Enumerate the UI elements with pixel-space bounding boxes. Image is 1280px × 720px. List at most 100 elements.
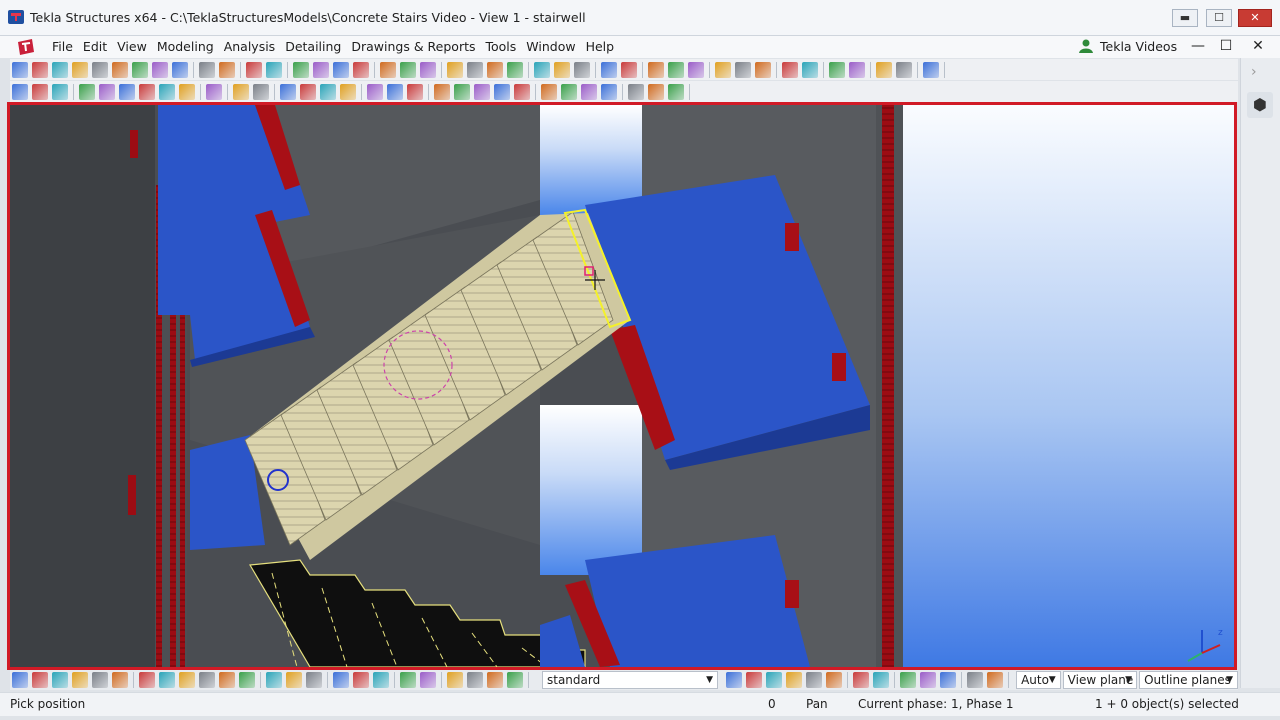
snap-tool-icon[interactable] (786, 672, 803, 688)
mdi-close-button[interactable]: ✕ (1246, 36, 1270, 56)
selection-tool-icon[interactable] (400, 672, 416, 688)
menu-view[interactable]: View (112, 38, 152, 56)
standard-tool-icon[interactable] (601, 61, 617, 78)
snap-tool-icon[interactable] (920, 672, 937, 688)
standard-tool-icon[interactable] (896, 61, 912, 78)
modeling-tool-icon[interactable] (320, 83, 336, 100)
cube-icon[interactable]: ⬢ (1247, 92, 1273, 118)
selection-tool-icon[interactable] (487, 672, 503, 688)
chevron-right-icon[interactable]: › (1251, 64, 1257, 80)
modeling-tool-icon[interactable] (179, 83, 195, 100)
selection-tool-icon[interactable] (199, 672, 215, 688)
account-menu[interactable]: Tekla Videos (1078, 38, 1177, 54)
menu-detailing[interactable]: Detailing (280, 38, 346, 56)
selection-tool-icon[interactable] (159, 672, 175, 688)
standard-tool-icon[interactable] (782, 61, 798, 78)
snap-depth-dropdown[interactable]: Auto ▼ (1016, 671, 1061, 689)
modeling-tool-icon[interactable] (648, 83, 664, 100)
modeling-tool-icon[interactable] (494, 83, 510, 100)
standard-tool-icon[interactable] (447, 61, 463, 78)
modeling-tool-icon[interactable] (434, 83, 450, 100)
modeling-tool-icon[interactable] (52, 83, 68, 100)
modeling-tool-icon[interactable] (233, 83, 249, 100)
standard-tool-icon[interactable] (829, 61, 845, 78)
standard-tool-icon[interactable] (380, 61, 396, 78)
standard-tool-icon[interactable] (132, 61, 148, 78)
standard-tool-icon[interactable] (688, 61, 704, 78)
selection-tool-icon[interactable] (32, 672, 48, 688)
modeling-tool-icon[interactable] (12, 83, 28, 100)
close-button[interactable]: ✕ (1238, 9, 1272, 27)
selection-tool-icon[interactable] (353, 672, 369, 688)
minimize-button[interactable]: ▬ (1172, 9, 1198, 27)
snap-tool-icon[interactable] (766, 672, 783, 688)
model-canvas[interactable]: z (10, 105, 1234, 667)
modeling-tool-icon[interactable] (253, 83, 269, 100)
selection-tool-icon[interactable] (333, 672, 349, 688)
selection-tool-icon[interactable] (139, 672, 155, 688)
modeling-tool-icon[interactable] (159, 83, 175, 100)
modeling-tool-icon[interactable] (32, 83, 48, 100)
standard-tool-icon[interactable] (923, 61, 939, 78)
modeling-tool-icon[interactable] (119, 83, 135, 100)
snap-tool-icon[interactable] (726, 672, 743, 688)
standard-tool-icon[interactable] (293, 61, 309, 78)
standard-tool-icon[interactable] (735, 61, 751, 78)
standard-tool-icon[interactable] (420, 61, 436, 78)
menu-modeling[interactable]: Modeling (152, 38, 219, 56)
selection-tool-icon[interactable] (179, 672, 195, 688)
menu-window[interactable]: Window (521, 38, 580, 56)
standard-tool-icon[interactable] (574, 61, 590, 78)
menu-help[interactable]: Help (581, 38, 620, 56)
selection-tool-icon[interactable] (112, 672, 128, 688)
standard-tool-icon[interactable] (507, 61, 523, 78)
selection-tool-icon[interactable] (52, 672, 68, 688)
standard-tool-icon[interactable] (353, 61, 369, 78)
selection-tool-icon[interactable] (507, 672, 523, 688)
standard-tool-icon[interactable] (219, 61, 235, 78)
snap-tool-icon[interactable] (746, 672, 763, 688)
standard-tool-icon[interactable] (266, 61, 282, 78)
snap-tool-icon[interactable] (806, 672, 823, 688)
selection-tool-icon[interactable] (447, 672, 463, 688)
snap-tool-icon[interactable] (826, 672, 843, 688)
snap-tool-icon[interactable] (967, 672, 984, 688)
selection-tool-icon[interactable] (72, 672, 88, 688)
standard-tool-icon[interactable] (876, 61, 892, 78)
modeling-tool-icon[interactable] (668, 83, 684, 100)
standard-tool-icon[interactable] (849, 61, 865, 78)
menu-drawings-reports[interactable]: Drawings & Reports (346, 38, 480, 56)
selection-tool-icon[interactable] (266, 672, 282, 688)
menu-tools[interactable]: Tools (481, 38, 522, 56)
modeling-tool-icon[interactable] (541, 83, 557, 100)
standard-tool-icon[interactable] (621, 61, 637, 78)
modeling-tool-icon[interactable] (601, 83, 617, 100)
standard-tool-icon[interactable] (112, 61, 128, 78)
mdi-minimize-button[interactable]: — (1186, 36, 1210, 56)
modeling-tool-icon[interactable] (79, 83, 95, 100)
menu-edit[interactable]: Edit (78, 38, 112, 56)
modeling-tool-icon[interactable] (139, 83, 155, 100)
selection-tool-icon[interactable] (420, 672, 436, 688)
snap-tool-icon[interactable] (940, 672, 957, 688)
standard-tool-icon[interactable] (52, 61, 68, 78)
modeling-tool-icon[interactable] (206, 83, 222, 100)
modeling-tool-icon[interactable] (407, 83, 423, 100)
standard-tool-icon[interactable] (313, 61, 329, 78)
selection-tool-icon[interactable] (373, 672, 389, 688)
snap-tool-icon[interactable] (987, 672, 1004, 688)
maximize-button[interactable]: ☐ (1206, 9, 1232, 27)
standard-tool-icon[interactable] (668, 61, 684, 78)
standard-tool-icon[interactable] (12, 61, 28, 78)
modeling-tool-icon[interactable] (454, 83, 470, 100)
snap-tool-icon[interactable] (900, 672, 917, 688)
standard-tool-icon[interactable] (246, 61, 262, 78)
standard-tool-icon[interactable] (152, 61, 168, 78)
selection-tool-icon[interactable] (467, 672, 483, 688)
standard-tool-icon[interactable] (199, 61, 215, 78)
standard-tool-icon[interactable] (755, 61, 771, 78)
selection-tool-icon[interactable] (306, 672, 322, 688)
modeling-tool-icon[interactable] (367, 83, 383, 100)
modeling-tool-icon[interactable] (514, 83, 530, 100)
modeling-tool-icon[interactable] (387, 83, 403, 100)
